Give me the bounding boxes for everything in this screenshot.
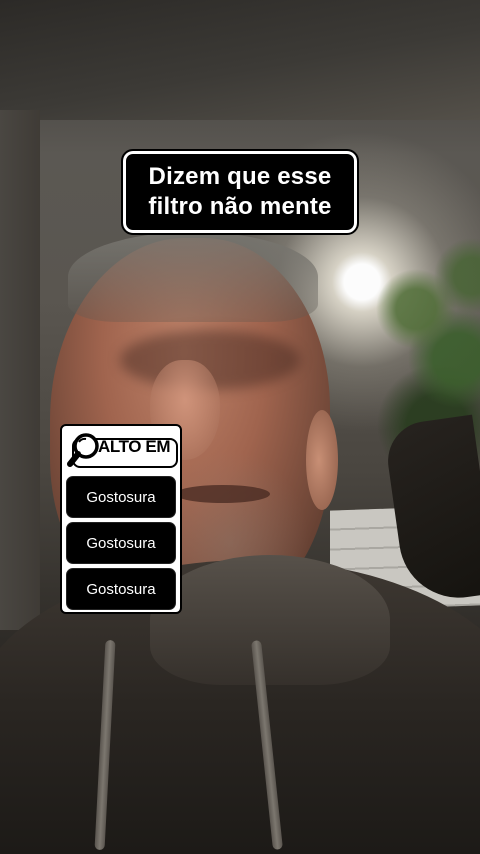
trending-item: Gostosura xyxy=(66,568,176,610)
magnifier-icon xyxy=(66,430,102,472)
person-ear xyxy=(306,410,338,510)
ceiling xyxy=(0,0,480,120)
person-hair xyxy=(68,232,318,322)
caption-line: Dizem que esse xyxy=(148,163,332,190)
hood xyxy=(150,555,390,685)
trending-item: Gostosura xyxy=(66,522,176,564)
caption-line: filtro não mente xyxy=(148,193,332,220)
wall xyxy=(0,110,40,630)
trending-item-label: Gostosura xyxy=(86,534,156,552)
camera-view: Dizem que esse filtro não mente ALTO EM … xyxy=(0,0,480,854)
trending-item: Gostosura xyxy=(66,476,176,518)
trending-panel: ALTO EM Gostosura Gostosura Gostosura xyxy=(60,424,182,614)
trending-item-label: Gostosura xyxy=(86,580,156,598)
trending-header-label: ALTO EM xyxy=(98,437,171,456)
trending-item-label: Gostosura xyxy=(86,488,156,506)
filter-caption: Dizem que esse filtro não mente xyxy=(121,149,359,235)
person-mouth xyxy=(175,485,270,503)
trending-header: ALTO EM xyxy=(66,430,178,472)
